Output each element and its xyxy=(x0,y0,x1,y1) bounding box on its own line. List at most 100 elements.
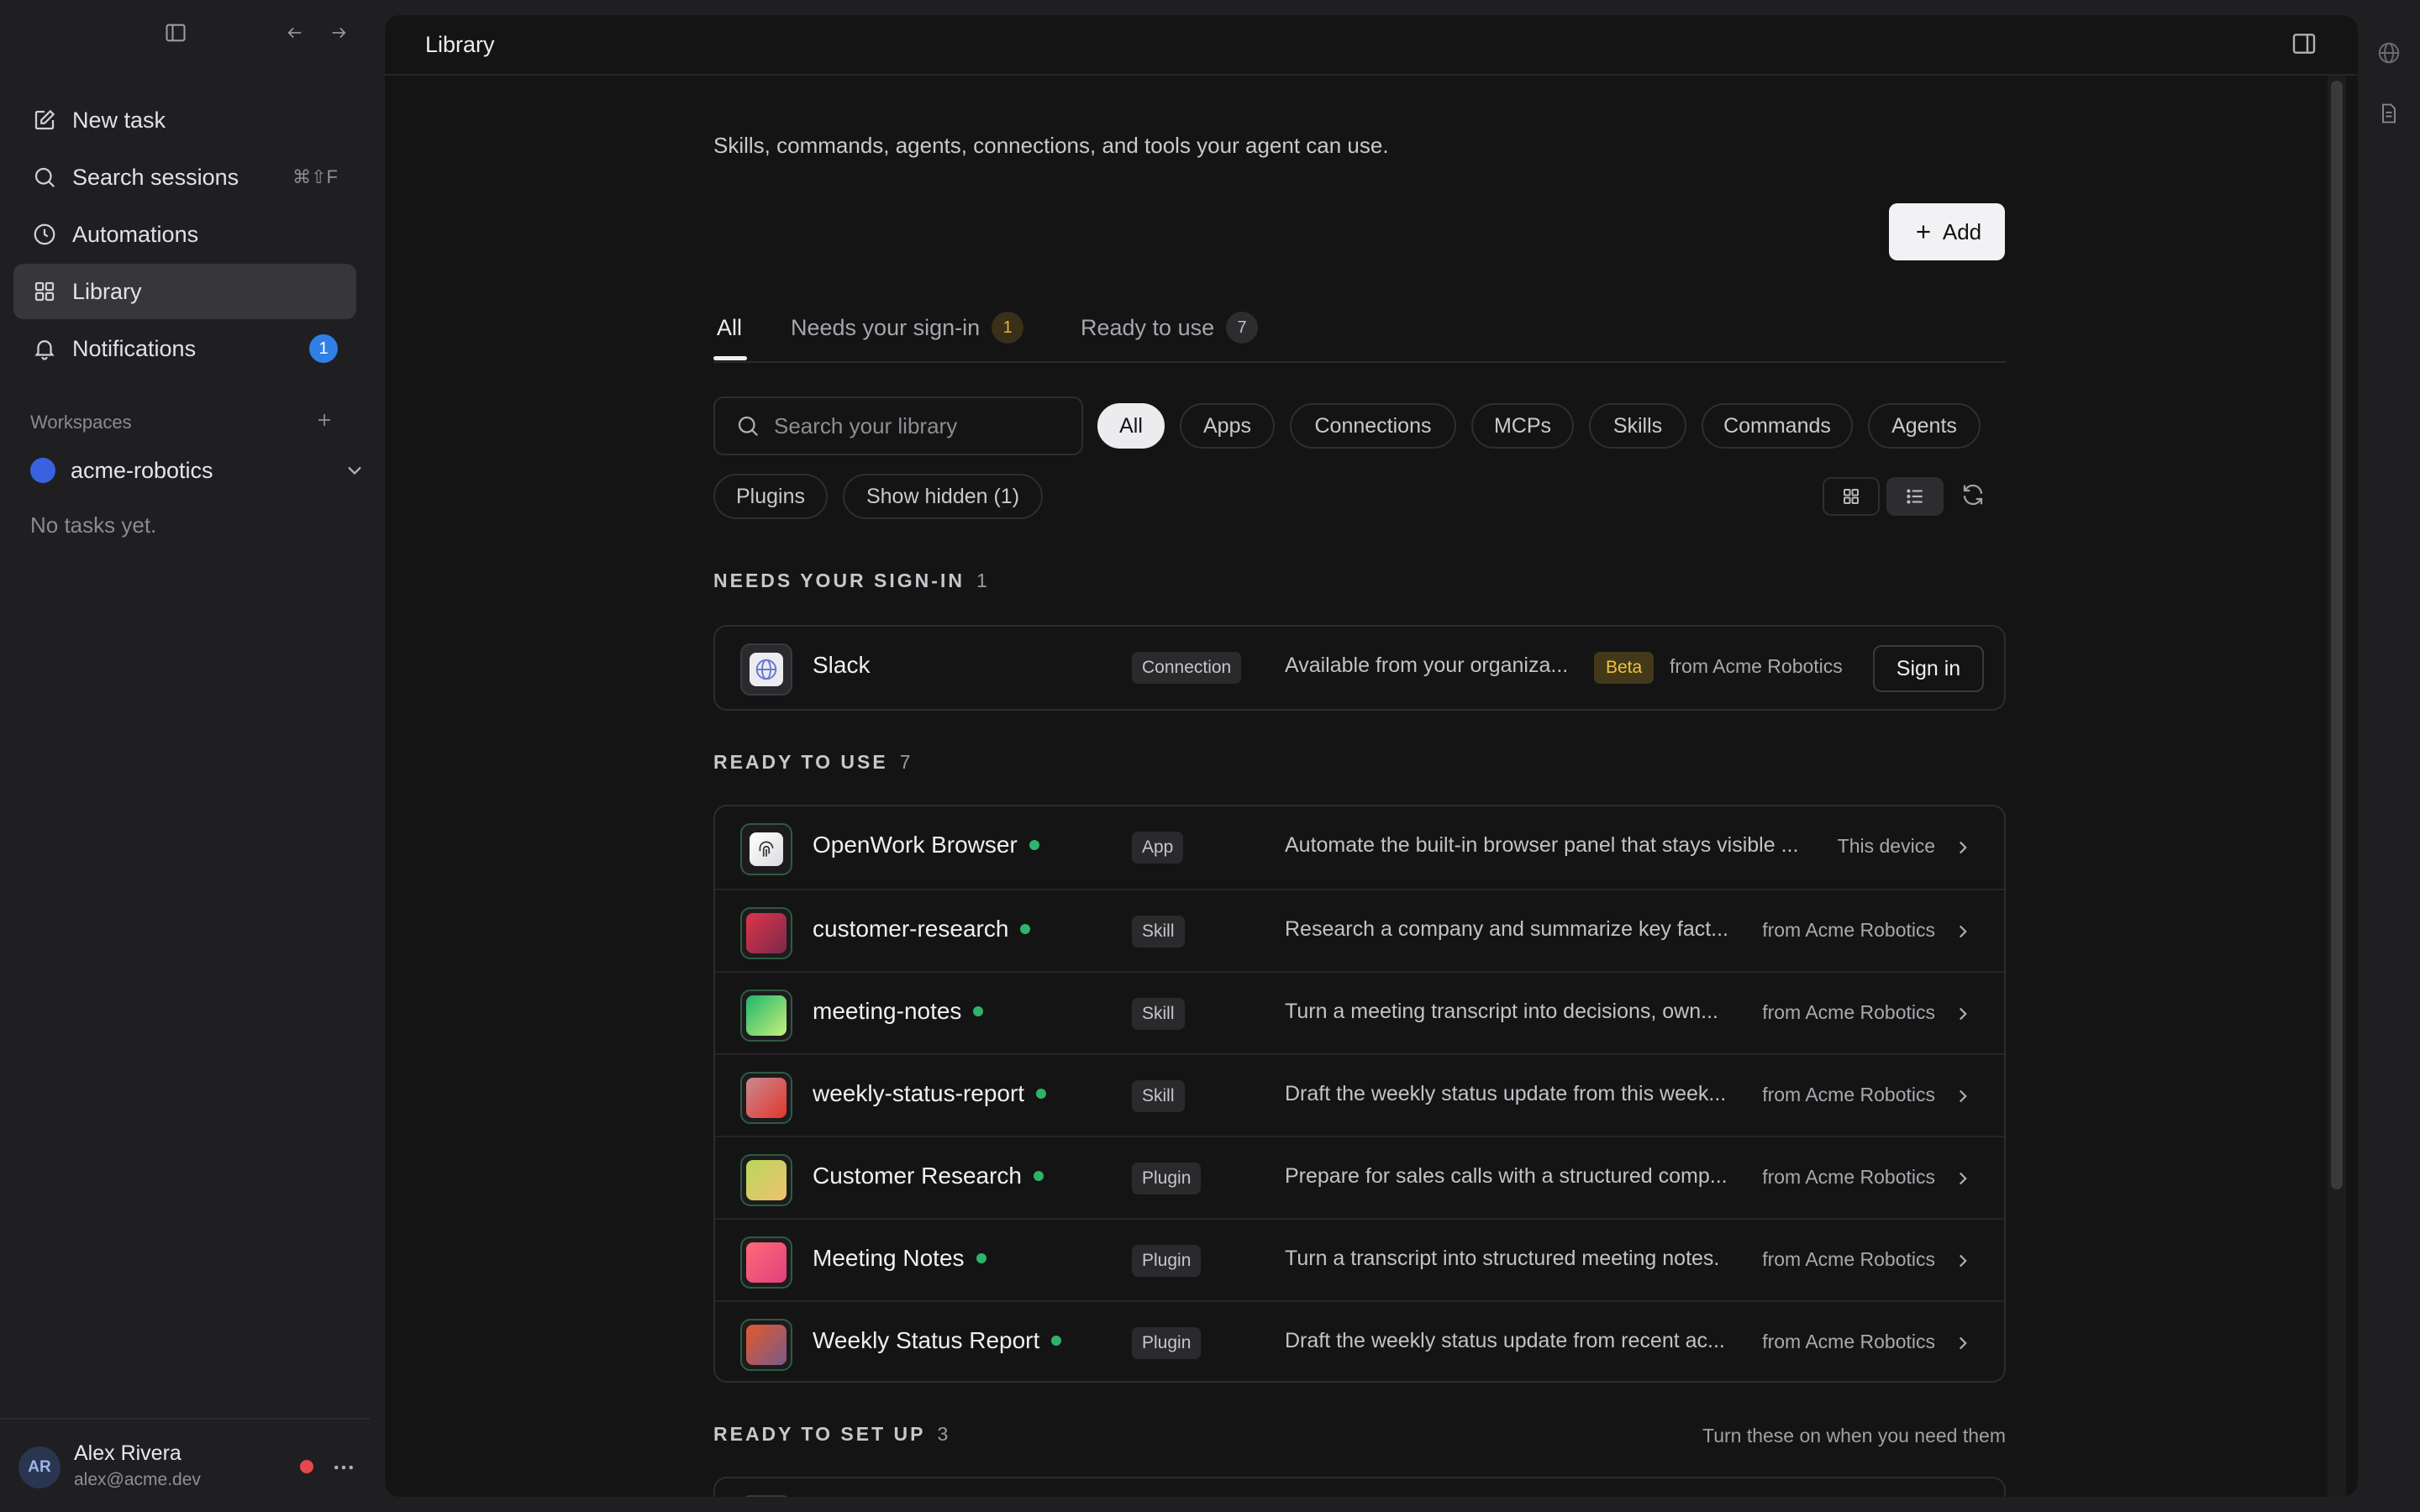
avatar: AR xyxy=(18,1446,60,1488)
tab-needs-sign-in[interactable]: Needs your sign-in 1 xyxy=(791,311,1024,344)
item-name: Meeting Notes xyxy=(813,1245,986,1272)
chevron-right-icon[interactable] xyxy=(1952,1250,1974,1272)
beta-badge: Beta xyxy=(1594,652,1655,684)
search-icon xyxy=(30,163,59,192)
chevron-right-icon[interactable] xyxy=(1952,1003,1974,1025)
list-item[interactable]: Meeting Notes Plugin Turn a transcript int… xyxy=(715,1218,2004,1300)
tab-label: All xyxy=(717,314,743,340)
workspace-item[interactable]: acme-robotics xyxy=(30,454,366,487)
main-panel: Library Skills, commands, agents, connec… xyxy=(385,15,2358,1497)
item-description: Draft the weekly status update from this… xyxy=(1285,1082,1727,1105)
grid-view-button[interactable] xyxy=(1823,477,1880,516)
globe-icon xyxy=(755,659,777,680)
list-item-slack[interactable]: Slack Connection Available from your org… xyxy=(715,627,2004,709)
search-field[interactable] xyxy=(713,396,1083,455)
item-source: from Acme Robotics xyxy=(1762,1331,1935,1352)
ready-status-dot xyxy=(976,1253,986,1263)
list-item[interactable]: meeting-notes Skill Turn a meeting transcr… xyxy=(715,971,2004,1053)
list-item[interactable]: Weekly Status Report Plugin Draft the week… xyxy=(715,1300,2004,1381)
item-name: Customer Research xyxy=(813,1163,1044,1189)
sidebar-toggle-icon[interactable] xyxy=(161,18,190,47)
item-name: meeting-notes xyxy=(813,998,984,1025)
scrollbar-thumb[interactable] xyxy=(2331,81,2343,1189)
status-indicator xyxy=(300,1460,313,1473)
chevron-right-icon[interactable] xyxy=(1952,1168,1974,1189)
bell-icon xyxy=(30,334,59,363)
add-button[interactable]: Add xyxy=(1889,203,2005,260)
sign-in-button[interactable]: Sign in xyxy=(1873,645,1984,692)
section-ready-to-set-up: READY TO SET UP 3 xyxy=(713,1423,948,1446)
nav-label: Automations xyxy=(72,221,199,247)
list-view-button[interactable] xyxy=(1886,477,1944,516)
item-source: from Acme Robotics xyxy=(1762,1001,1935,1023)
nav-new-task[interactable]: New task xyxy=(13,92,356,148)
back-arrow-icon[interactable] xyxy=(282,20,308,45)
item-description: Draft the weekly status update from rece… xyxy=(1285,1329,1725,1352)
nav-library[interactable]: Library xyxy=(13,264,356,319)
ready-status-dot xyxy=(1051,1336,1062,1346)
search-input[interactable] xyxy=(774,412,1076,439)
setup-list xyxy=(713,1477,2006,1497)
add-workspace-icon[interactable] xyxy=(313,408,338,433)
nav-label: Search sessions xyxy=(72,164,239,190)
type-tag: App xyxy=(1132,832,1184,864)
tab-count-badge: 1 xyxy=(992,312,1024,344)
filter-commands[interactable]: Commands xyxy=(1702,403,1853,449)
item-name-text: customer-research xyxy=(813,916,1009,942)
item-icon-fill xyxy=(746,913,786,953)
item-icon xyxy=(740,1154,792,1206)
filter-all[interactable]: All xyxy=(1097,403,1165,449)
item-name: customer-research xyxy=(813,916,1031,942)
filter-plugins[interactable]: Plugins xyxy=(713,474,828,519)
nav-search-sessions[interactable]: Search sessions ⌘⇧F xyxy=(13,150,356,205)
user-profile[interactable]: AR Alex Rivera alex@acme.dev xyxy=(18,1440,371,1494)
chevron-right-icon[interactable] xyxy=(1952,1085,1974,1107)
edit-icon xyxy=(30,106,59,134)
tab-label: Needs your sign-in xyxy=(791,314,981,340)
tab-all[interactable]: All xyxy=(717,311,742,344)
filter-mcps[interactable]: MCPs xyxy=(1471,403,1574,449)
grid-icon xyxy=(1844,489,1859,504)
item-description: Research a company and summarize key fac… xyxy=(1285,917,1729,941)
more-options-icon[interactable] xyxy=(331,1455,356,1480)
document-icon[interactable] xyxy=(2375,99,2403,128)
item-source: from Acme Robotics xyxy=(1762,1248,1935,1270)
notification-badge: 1 xyxy=(309,334,338,363)
tab-ready-to-use[interactable]: Ready to use 7 xyxy=(1081,311,1259,344)
chevron-right-icon[interactable] xyxy=(1952,837,1974,858)
globe-icon[interactable] xyxy=(2375,39,2403,67)
workspace-avatar xyxy=(30,458,55,483)
chevron-right-icon[interactable] xyxy=(1952,1332,1974,1354)
ready-status-dot xyxy=(973,1006,984,1016)
item-icon xyxy=(740,823,792,875)
item-icon xyxy=(740,1236,792,1289)
item-name: Weekly Status Report xyxy=(813,1327,1062,1354)
filter-apps[interactable]: Apps xyxy=(1180,403,1275,449)
shortcut-hint: ⌘⇧F xyxy=(292,166,338,187)
refresh-icon[interactable] xyxy=(1960,482,1989,511)
forward-arrow-icon[interactable] xyxy=(326,20,351,45)
chevron-down-icon[interactable] xyxy=(343,459,366,482)
chevron-right-icon[interactable] xyxy=(1952,921,1974,942)
item-icon-fill xyxy=(746,1325,786,1365)
filter-skills[interactable]: Skills xyxy=(1589,403,1686,449)
active-tab-indicator xyxy=(713,356,747,360)
panel-toggle-icon[interactable] xyxy=(2291,30,2319,59)
list-item[interactable]: Customer Research Plugin Prepare for sales… xyxy=(715,1136,2004,1218)
section-count: 1 xyxy=(976,570,987,591)
list-item[interactable] xyxy=(715,1478,2004,1497)
item-icon xyxy=(740,1495,792,1497)
list-item[interactable]: OpenWork Browser App Automate the built-in… xyxy=(715,806,2004,889)
library-content: Skills, commands, agents, connections, a… xyxy=(713,15,2006,1497)
filter-agents[interactable]: Agents xyxy=(1868,403,1981,449)
nav-notifications[interactable]: Notifications 1 xyxy=(13,321,356,376)
tab-bar: All Needs your sign-in 1 Ready to use 7 xyxy=(713,296,2006,363)
list-item[interactable]: customer-research Skill Research a company… xyxy=(715,889,2004,971)
filter-connections[interactable]: Connections xyxy=(1290,403,1456,449)
item-source: from Acme Robotics xyxy=(1762,919,1935,941)
filter-show-hidden[interactable]: Show hidden (1) xyxy=(843,474,1043,519)
item-icon xyxy=(740,907,792,959)
list-item[interactable]: weekly-status-report Skill Draft the weekl… xyxy=(715,1053,2004,1136)
nav-automations[interactable]: Automations xyxy=(13,207,356,262)
item-description: Automate the built-in browser panel that… xyxy=(1285,833,1799,857)
